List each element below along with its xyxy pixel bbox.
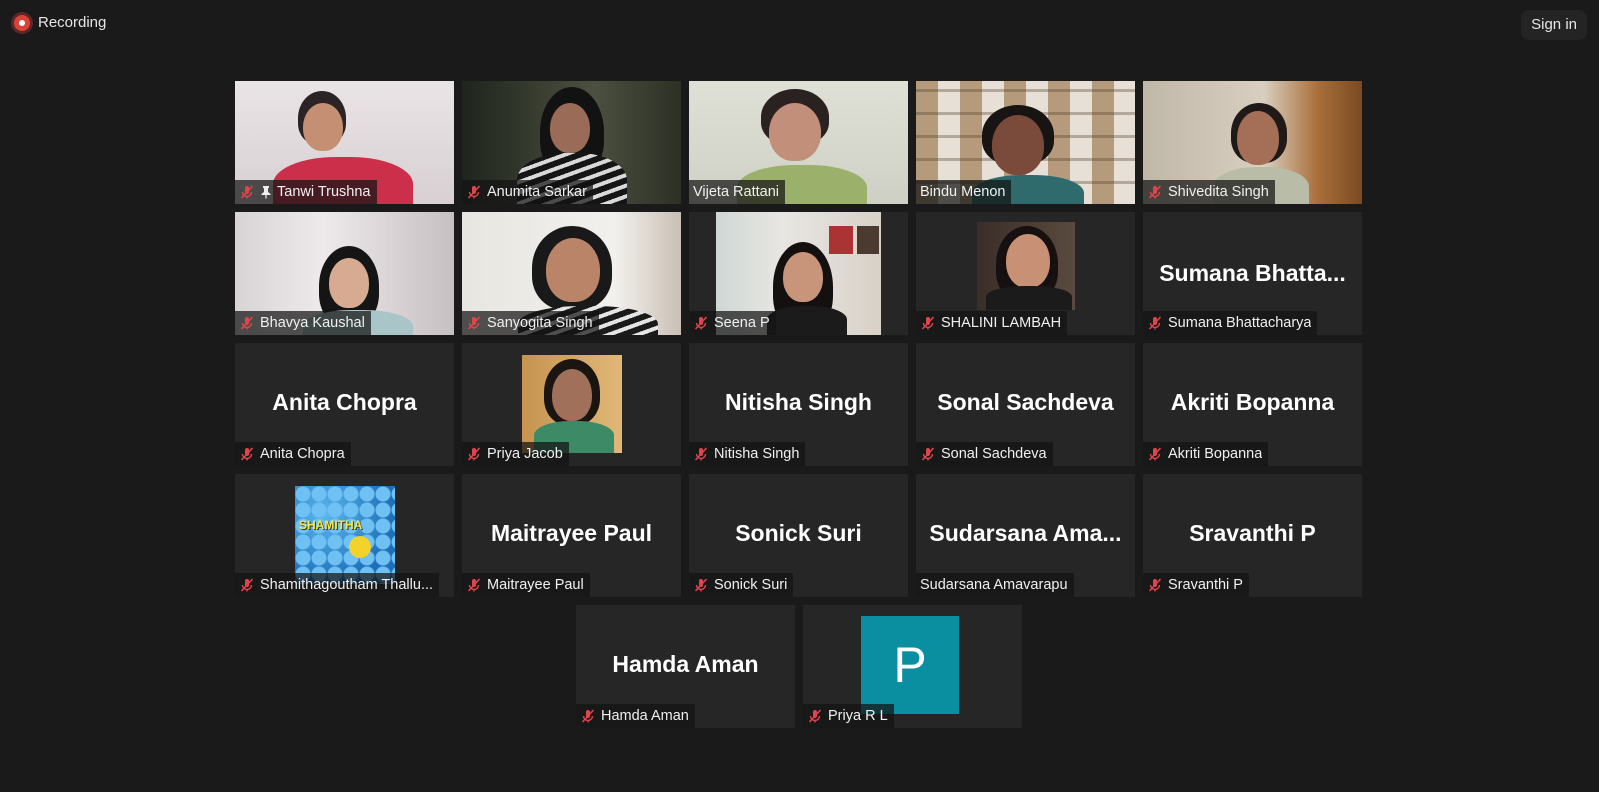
participant-gallery: Tanwi Trushna Anumita Sarkar Vijeta Ratt… — [0, 0, 1599, 792]
video-tile-priya-jacob[interactable]: Priya Jacob — [462, 343, 681, 466]
participant-label: Hamda Aman — [576, 704, 695, 728]
participant-display-name: Sumana Bhatta... — [1159, 260, 1346, 286]
video-tile-tanwi-trushna[interactable]: Tanwi Trushna — [235, 81, 454, 204]
name-tile-maitrayee-paul[interactable]: Maitrayee Paul Maitrayee Paul — [462, 474, 681, 597]
video-tile-anumita-sarkar[interactable]: Anumita Sarkar — [462, 81, 681, 204]
participant-display-name: Sonal Sachdeva — [937, 389, 1114, 415]
muted-mic-icon — [240, 578, 254, 592]
participant-label: Shivedita Singh — [1143, 180, 1275, 204]
muted-mic-icon — [467, 185, 481, 199]
smiley-icon — [349, 536, 371, 558]
participant-label: SHALINI LAMBAH — [916, 311, 1068, 335]
participant-label: Sonick Suri — [689, 573, 794, 597]
video-tile-bhavya-kaushal[interactable]: Bhavya Kaushal — [235, 212, 454, 335]
muted-mic-icon — [694, 578, 708, 592]
muted-mic-icon — [694, 447, 708, 461]
video-tile-sanyogita-singh[interactable]: Sanyogita Singh — [462, 212, 681, 335]
video-tile-shivedita-singh[interactable]: Shivedita Singh — [1143, 81, 1362, 204]
video-tile-vijeta-rattani[interactable]: Vijeta Rattani — [689, 81, 908, 204]
profile-picture-text: SHAMITHA — [299, 518, 363, 532]
pin-icon — [261, 186, 271, 199]
participant-label: Maitrayee Paul — [462, 573, 590, 597]
muted-mic-icon — [467, 578, 481, 592]
name-tile-sonal-sachdeva[interactable]: Sonal Sachdeva Sonal Sachdeva — [916, 343, 1135, 466]
muted-mic-icon — [921, 316, 935, 330]
participant-display-name: Nitisha Singh — [725, 389, 872, 415]
muted-mic-icon — [1148, 578, 1162, 592]
video-tile-seena-p[interactable]: Seena P — [689, 212, 908, 335]
muted-mic-icon — [240, 447, 254, 461]
video-tile-shamithagoutham[interactable]: SHAMITHA Shamithagoutham Thallu... — [235, 474, 454, 597]
muted-mic-icon — [467, 447, 481, 461]
name-tile-sonick-suri[interactable]: Sonick Suri Sonick Suri — [689, 474, 908, 597]
name-tile-sudarsana-amavarapu[interactable]: Sudarsana Ama... Sudarsana Amavarapu — [916, 474, 1135, 597]
participant-label: Anumita Sarkar — [462, 180, 593, 204]
muted-mic-icon — [1148, 185, 1162, 199]
participant-display-name: Sudarsana Ama... — [929, 520, 1122, 546]
avatar: P — [861, 616, 959, 714]
muted-mic-icon — [694, 316, 708, 330]
participant-label: Sumana Bhattacharya — [1143, 311, 1318, 335]
participant-label: Tanwi Trushna — [235, 180, 377, 204]
participant-label: Sanyogita Singh — [462, 311, 599, 335]
participant-label: Anita Chopra — [235, 442, 351, 466]
name-tile-anita-chopra[interactable]: Anita Chopra Anita Chopra — [235, 343, 454, 466]
participant-label: Sravanthi P — [1143, 573, 1249, 597]
name-tile-nitisha-singh[interactable]: Nitisha Singh Nitisha Singh — [689, 343, 908, 466]
name-tile-sravanthi-p[interactable]: Sravanthi P Sravanthi P — [1143, 474, 1362, 597]
muted-mic-icon — [581, 709, 595, 723]
muted-mic-icon — [921, 447, 935, 461]
participant-display-name: Sonick Suri — [735, 520, 862, 546]
muted-mic-icon — [240, 316, 254, 330]
video-tile-bindu-menon[interactable]: Bindu Menon — [916, 81, 1135, 204]
name-tile-hamda-aman[interactable]: Hamda Aman Hamda Aman — [576, 605, 795, 728]
participant-display-name: Sravanthi P — [1189, 520, 1316, 546]
participant-label: Priya Jacob — [462, 442, 569, 466]
muted-mic-icon — [1148, 316, 1162, 330]
participant-display-name: Maitrayee Paul — [490, 520, 653, 546]
name-tile-akriti-bopanna[interactable]: Akriti Bopanna Akriti Bopanna — [1143, 343, 1362, 466]
participant-display-name: Hamda Aman — [612, 651, 759, 677]
muted-mic-icon — [1148, 447, 1162, 461]
avatar-tile-priya-r-l[interactable]: P Priya R L — [803, 605, 1022, 728]
participant-label: Shamithagoutham Thallu... — [235, 573, 440, 597]
muted-mic-icon — [467, 316, 481, 330]
participant-label: Vijeta Rattani — [689, 180, 785, 204]
participant-label: Sonal Sachdeva — [916, 442, 1053, 466]
participant-label: Bhavya Kaushal — [235, 311, 371, 335]
participant-label: Akriti Bopanna — [1143, 442, 1269, 466]
participant-label: Bindu Menon — [916, 180, 1012, 204]
participant-label: Sudarsana Amavarapu — [916, 573, 1074, 597]
video-tile-shalini-lambah[interactable]: SHALINI LAMBAH — [916, 212, 1135, 335]
name-tile-sumana-bhattacharya[interactable]: Sumana Bhatta... Sumana Bhattacharya — [1143, 212, 1362, 335]
muted-mic-icon — [808, 709, 822, 723]
muted-mic-icon — [240, 185, 254, 199]
participant-display-name: Anita Chopra — [272, 389, 417, 415]
participant-display-name: Akriti Bopanna — [1170, 389, 1335, 415]
participant-label: Priya R L — [803, 704, 894, 728]
participant-label: Seena P — [689, 311, 776, 335]
participant-label: Nitisha Singh — [689, 442, 806, 466]
